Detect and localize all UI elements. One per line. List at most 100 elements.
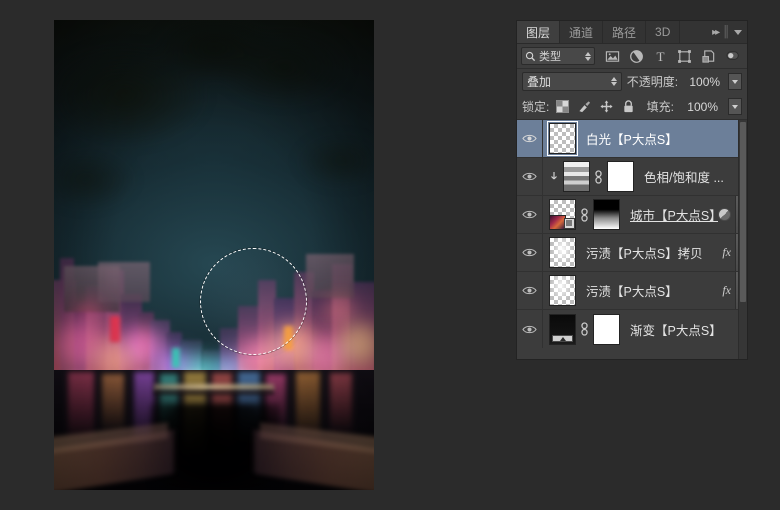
layer-visibility-toggle[interactable]	[517, 310, 543, 348]
tab-bar-spacer	[680, 21, 710, 43]
layer-list[interactable]: 白光【P大点S】	[517, 119, 747, 359]
opacity-label: 不透明度:	[627, 73, 678, 90]
layer-thumbnails	[543, 314, 620, 345]
tab-channels-label: 通道	[569, 24, 593, 41]
search-icon	[525, 51, 536, 62]
layer-list-scrollbar[interactable]	[738, 120, 747, 359]
smart-filter-mask-icon[interactable]	[718, 208, 731, 221]
blend-mode-stepper-icon[interactable]	[611, 77, 617, 86]
table-row[interactable]: 污渍【P大点S】 fx	[517, 272, 747, 310]
layer-name[interactable]: 渐变【P大点S】	[620, 320, 747, 339]
layer-visibility-toggle[interactable]	[517, 158, 543, 195]
layer-row-tools: fx	[722, 245, 735, 260]
tab-3d[interactable]: 3D	[646, 21, 680, 43]
link-icon[interactable]	[580, 322, 589, 336]
lock-all-icon[interactable]	[622, 100, 635, 113]
lock-transparent-pixels-icon[interactable]	[556, 100, 569, 113]
layer-row-tools: fx	[722, 283, 735, 298]
fill-slider-button[interactable]	[728, 98, 742, 115]
eye-icon	[522, 247, 537, 258]
table-row[interactable]: 色相/饱和度 ...	[517, 158, 747, 196]
scrollbar-thumb[interactable]	[740, 122, 746, 302]
layer-name[interactable]: 污渍【P大点S】拷贝	[576, 243, 722, 262]
lock-position-icon[interactable]	[600, 100, 613, 113]
lock-row: 锁定: 填充: 100%	[517, 94, 747, 119]
layer-name[interactable]: 白光【P大点S】	[576, 129, 747, 148]
layer-visibility-toggle[interactable]	[517, 234, 543, 271]
document-canvas[interactable]	[54, 20, 374, 490]
filter-adjustment-layers-icon[interactable]	[629, 49, 644, 64]
table-row[interactable]: 渐变【P大点S】	[517, 310, 747, 348]
tab-channels[interactable]: 通道	[560, 21, 603, 43]
layer-thumbnails	[543, 275, 576, 306]
layer-thumbnail[interactable]	[549, 199, 576, 230]
photoshop-window: 图层 通道 路径 3D ▸▸ ║	[0, 0, 780, 510]
link-glyph	[580, 322, 589, 336]
tab-paths[interactable]: 路径	[603, 21, 646, 43]
layer-thumbnail[interactable]	[549, 237, 576, 268]
blend-mode-value: 叠加	[527, 73, 611, 90]
layer-thumbnails	[543, 123, 576, 154]
gradient-fill-thumbnail[interactable]	[549, 314, 576, 345]
filter-type-icons: T	[605, 49, 716, 64]
layer-visibility-toggle[interactable]	[517, 272, 543, 309]
clipping-mask-arrow-icon	[549, 170, 559, 184]
adjustment-thumbnail[interactable]	[563, 161, 590, 192]
layer-thumbnail[interactable]	[549, 123, 576, 154]
filter-enable-toggle[interactable]	[726, 49, 743, 64]
layer-filter-bar: 类型 T	[517, 44, 747, 69]
filter-kind-select[interactable]: 类型	[521, 47, 595, 65]
layer-mask-thumbnail[interactable]	[607, 161, 634, 192]
opacity-slider-button[interactable]	[728, 73, 742, 90]
blend-mode-select[interactable]: 叠加	[522, 72, 622, 91]
panel-grip-icon[interactable]: ║	[722, 26, 730, 38]
layer-visibility-toggle[interactable]	[517, 196, 543, 233]
panel-menu-icon[interactable]	[734, 30, 742, 35]
layer-name[interactable]: 城市【P大点S】	[620, 205, 718, 224]
eye-icon	[522, 171, 537, 182]
tab-paths-label: 路径	[612, 24, 636, 41]
filter-smart-object-icon[interactable]	[701, 49, 716, 64]
filter-pixel-layers-icon[interactable]	[605, 49, 620, 64]
table-row[interactable]: 污渍【P大点S】拷贝 fx	[517, 234, 747, 272]
smart-object-badge-icon	[564, 218, 575, 229]
layer-thumbnails	[543, 199, 620, 230]
tab-layers[interactable]: 图层	[517, 21, 560, 43]
layers-panel: 图层 通道 路径 3D ▸▸ ║	[516, 20, 748, 360]
layer-thumbnails	[543, 237, 576, 268]
layer-mask-thumbnail[interactable]	[593, 199, 620, 230]
eye-icon	[522, 285, 537, 296]
layer-mask-thumbnail[interactable]	[593, 314, 620, 345]
link-icon[interactable]	[580, 208, 589, 222]
fill-label: 填充:	[647, 98, 674, 115]
table-row[interactable]: 白光【P大点S】	[517, 120, 747, 158]
layer-effects-fx-icon[interactable]: fx	[722, 283, 731, 298]
layer-thumbnails	[543, 161, 634, 192]
double-chevron-right-icon[interactable]: ▸▸	[712, 27, 718, 38]
lock-image-pixels-icon[interactable]	[578, 100, 591, 113]
link-icon[interactable]	[594, 170, 603, 184]
layer-thumbnail[interactable]	[549, 275, 576, 306]
layer-name[interactable]: 色相/饱和度 ...	[634, 167, 747, 186]
updown-stepper-icon[interactable]	[585, 52, 591, 61]
panel-tab-bar: 图层 通道 路径 3D ▸▸ ║	[517, 21, 747, 44]
eye-icon	[522, 324, 537, 335]
link-glyph	[594, 170, 603, 184]
layer-name[interactable]: 污渍【P大点S】	[576, 281, 722, 300]
table-row[interactable]: 城市【P大点S】	[517, 196, 747, 234]
opacity-value[interactable]: 100%	[683, 73, 723, 90]
layer-visibility-toggle[interactable]	[517, 120, 543, 157]
filter-kind-label: 类型	[539, 48, 582, 64]
filter-shape-layers-icon[interactable]	[677, 49, 692, 64]
lock-icons	[556, 100, 635, 113]
canal-water	[54, 370, 374, 490]
tab-3d-label: 3D	[655, 25, 670, 39]
tab-layers-label: 图层	[526, 24, 550, 41]
filter-type-layers-icon[interactable]: T	[653, 49, 668, 64]
fill-value[interactable]: 100%	[681, 98, 721, 115]
layer-effects-fx-icon[interactable]: fx	[722, 245, 731, 260]
lock-label: 锁定:	[522, 98, 549, 115]
city-skyline	[54, 188, 374, 398]
svg-text:T: T	[656, 49, 664, 64]
panel-tab-tools: ▸▸ ║	[710, 21, 747, 43]
